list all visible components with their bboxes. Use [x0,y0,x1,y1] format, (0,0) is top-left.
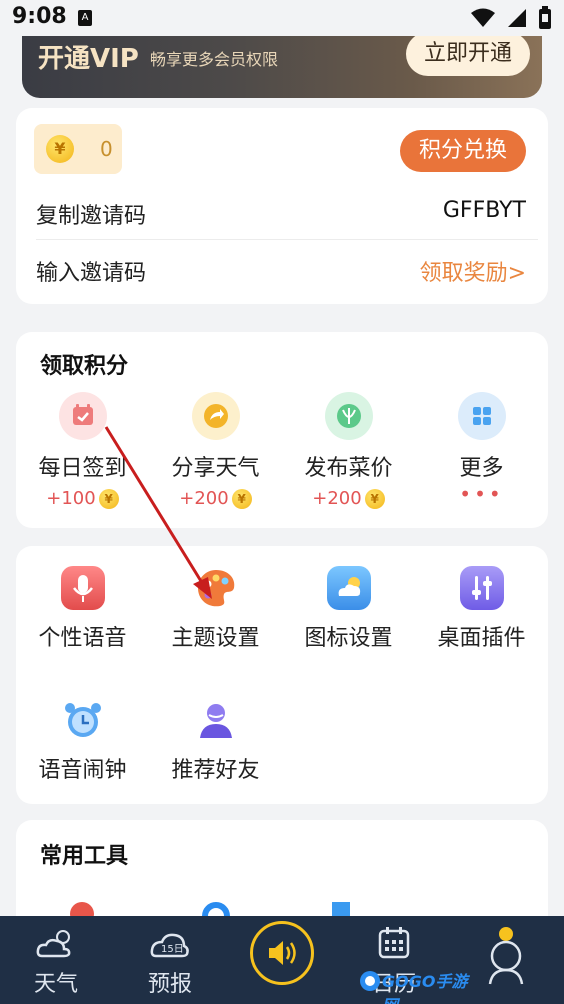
vegetable-icon [324,392,373,440]
feature-label: 主题设置 [171,626,260,651]
points-card: 领取积分 每日签到 +100 ¥ 分享天气 +200 ¥ 发布菜价 +200 ¥… [16,332,548,528]
points-section-title: 领取积分 [40,354,129,379]
points-item-daily-checkin[interactable]: 每日签到 +100 ¥ [16,392,149,509]
feature-desktop-widget[interactable]: 桌面插件 [415,566,548,652]
profile-icon [488,927,524,985]
coin-icon: ¥ [46,135,74,163]
vip-banner[interactable]: 开通VIP 畅享更多会员权限 立即开通 [22,36,542,98]
feature-recommend-friend[interactable]: 推荐好友 [149,698,282,784]
feature-label: 语音闹钟 [38,758,127,783]
vip-title: 开通VIP [38,44,139,74]
feature-label: 个性语音 [38,626,127,651]
points-item-more[interactable]: 更多 ••• [415,392,548,506]
share-arrow-icon [191,392,240,440]
points-reward: +200 ¥ [282,488,415,509]
invite-card: ¥ 0 积分兑换 复制邀请码 GFFBYT 输入邀请码 领取奖励> [16,108,548,304]
feature-voice-alarm[interactable]: 语音闹钟 [16,698,149,784]
points-exchange-button[interactable]: 积分兑换 [400,130,526,172]
features-card: 个性语音 主题设置 图标设置 桌面插件 语音闹钟 推荐好友 [16,546,548,804]
calendar-icon [378,927,410,959]
points-item-label: 更多 [459,456,504,481]
nav-label: 天气 [33,972,78,997]
feature-label: 推荐好友 [171,758,260,783]
more-dots: ••• [459,482,504,506]
divider [36,239,538,240]
microphone-icon [60,566,105,610]
vip-open-button[interactable]: 立即开通 [406,36,530,76]
coin-icon: ¥ [231,488,252,509]
reward-amount: +200 [312,488,362,509]
battery-icon [539,6,551,29]
status-time: 9:08 [12,4,67,29]
weather-icon-setting-icon [326,566,371,610]
points-item-publish-price[interactable]: 发布菜价 +200 ¥ [282,392,415,509]
points-item-share-weather[interactable]: 分享天气 +200 ¥ [149,392,282,509]
speaker-icon [269,941,296,965]
points-item-label: 发布菜价 [304,456,393,481]
watermark: GOGO手游网 [358,966,478,1004]
nav-tab-forecast[interactable]: 15日 预报 [120,926,220,998]
wifi-icon [471,8,495,27]
voice-broadcast-button[interactable] [250,921,314,985]
feature-theme-settings[interactable]: 主题设置 [149,566,282,652]
coin-icon: ¥ [364,488,385,509]
feature-personal-voice[interactable]: 个性语音 [16,566,149,652]
forecast-badge: 15日 [161,944,184,955]
tools-section-title: 常用工具 [40,844,129,869]
palette-icon [194,566,238,610]
calendar-check-icon [58,392,107,440]
status-bar: 9:08 A [0,0,564,36]
reward-amount: +200 [179,488,229,509]
feature-label: 图标设置 [304,626,393,651]
points-item-label: 每日签到 [38,456,127,481]
notification-app-icon: A [78,10,92,26]
coin-balance[interactable]: ¥ 0 [34,124,122,174]
forecast-15-icon: 15日 [150,933,189,958]
cloud-sun-icon [36,930,71,958]
status-indicators [470,6,552,30]
invite-code[interactable]: GFFBYT [443,198,526,223]
sliders-icon [459,566,504,610]
coin-icon: ¥ [98,488,119,509]
vip-subtitle: 畅享更多会员权限 [150,50,279,69]
nav-label: 预报 [147,972,192,997]
watermark-text: GOGO手游网 [382,972,468,1004]
friend-icon [194,698,238,742]
claim-reward-link[interactable]: 领取奖励> [420,255,526,287]
grid-more-icon [457,392,506,440]
points-reward: +200 ¥ [149,488,282,509]
points-reward: +100 ¥ [16,488,149,509]
gogo-logo-icon [360,971,380,991]
feature-icon-settings[interactable]: 图标设置 [282,566,415,652]
bottom-nav: 天气 15日 预报 日历 [0,916,564,1004]
signal-icon [508,9,526,27]
reward-amount: +100 [46,488,96,509]
points-item-label: 分享天气 [171,456,260,481]
nav-tab-weather[interactable]: 天气 [6,926,106,998]
copy-invite-label[interactable]: 复制邀请码 [36,198,146,230]
alarm-clock-icon [61,698,105,742]
feature-label: 桌面插件 [437,626,526,651]
enter-invite-label[interactable]: 输入邀请码 [36,255,146,287]
coin-count: 0 [100,137,113,161]
